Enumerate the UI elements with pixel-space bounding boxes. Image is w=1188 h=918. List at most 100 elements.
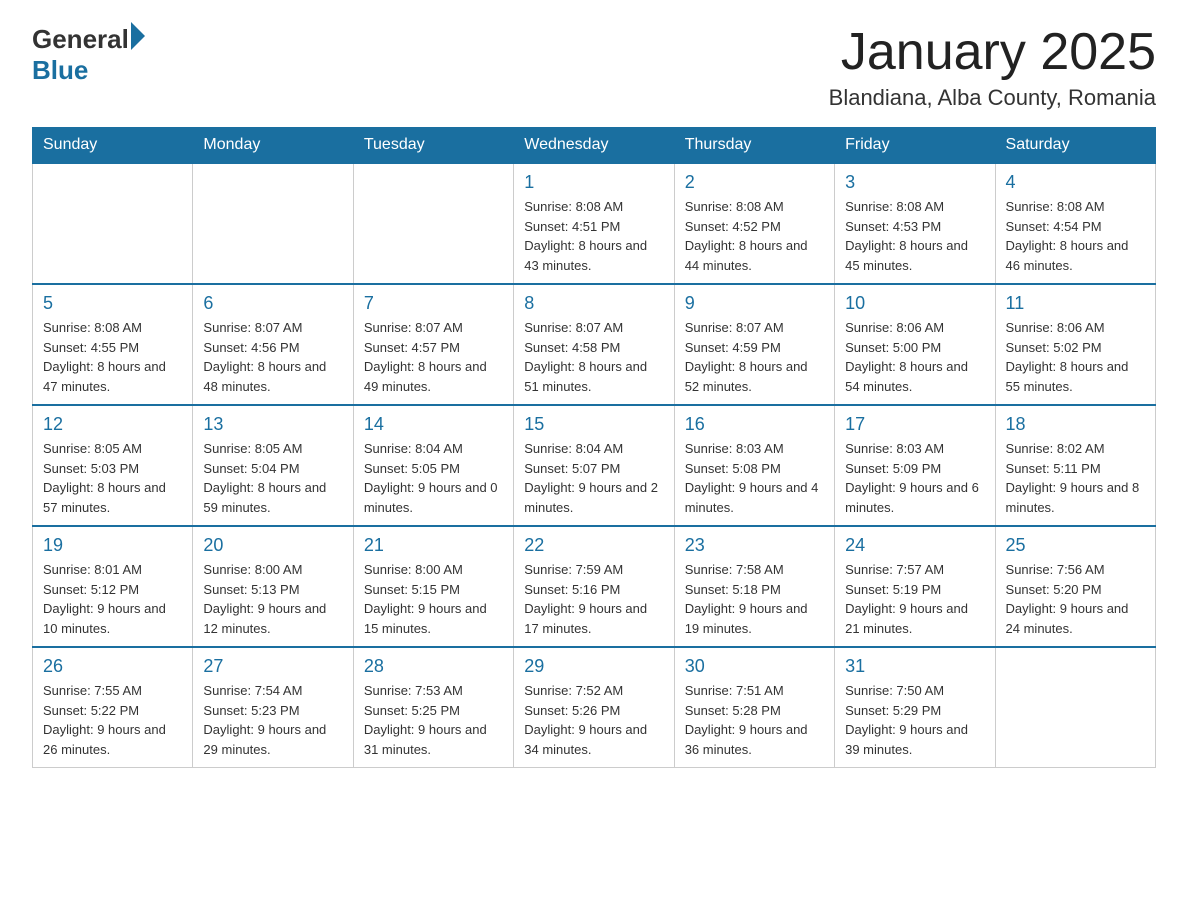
title-block: January 2025 Blandiana, Alba County, Rom… <box>829 24 1156 111</box>
calendar-cell: 24 Sunrise: 7:57 AM Sunset: 5:19 PM Dayli… <box>835 526 995 647</box>
day-number: 17 <box>845 414 984 435</box>
calendar-cell: 19Sunrise: 8:01 AM Sunset: 5:12 PM Dayli… <box>33 526 193 647</box>
day-info: Sunrise: 7:54 AM Sunset: 5:23 PM Dayligh… <box>203 681 342 759</box>
calendar-cell: 16Sunrise: 8:03 AM Sunset: 5:08 PM Dayli… <box>674 405 834 526</box>
day-number: 9 <box>685 293 824 314</box>
day-number: 27 <box>203 656 342 677</box>
day-number: 3 <box>845 172 984 193</box>
calendar-cell: 2 Sunrise: 8:08 AM Sunset: 4:52 PM Daylig… <box>674 163 834 284</box>
day-info: Sunrise: 8:08 AM Sunset: 4:51 PM Dayligh… <box>524 197 663 275</box>
logo-blue-text: Blue <box>32 55 88 85</box>
day-number: 26 <box>43 656 182 677</box>
col-tuesday: Tuesday <box>353 128 513 164</box>
day-number: 30 <box>685 656 824 677</box>
day-info: Sunrise: 8:00 AM Sunset: 5:13 PM Dayligh… <box>203 560 342 638</box>
day-number: 14 <box>364 414 503 435</box>
day-info: Sunrise: 8:00 AM Sunset: 5:15 PM Dayligh… <box>364 560 503 638</box>
calendar-cell: 1 Sunrise: 8:08 AM Sunset: 4:51 PM Daylig… <box>514 163 674 284</box>
day-number: 15 <box>524 414 663 435</box>
calendar-cell: 5Sunrise: 8:08 AM Sunset: 4:55 PM Daylig… <box>33 284 193 405</box>
calendar-cell: 23Sunrise: 7:58 AM Sunset: 5:18 PM Dayli… <box>674 526 834 647</box>
page-header: General Blue January 2025 Blandiana, Alb… <box>32 24 1156 111</box>
day-number: 2 <box>685 172 824 193</box>
day-number: 18 <box>1006 414 1145 435</box>
calendar-cell: 7 Sunrise: 8:07 AM Sunset: 4:57 PM Daylig… <box>353 284 513 405</box>
day-number: 21 <box>364 535 503 556</box>
day-info: Sunrise: 8:07 AM Sunset: 4:57 PM Dayligh… <box>364 318 503 396</box>
day-number: 22 <box>524 535 663 556</box>
day-info: Sunrise: 8:06 AM Sunset: 5:00 PM Dayligh… <box>845 318 984 396</box>
day-number: 10 <box>845 293 984 314</box>
week-row-4: 19Sunrise: 8:01 AM Sunset: 5:12 PM Dayli… <box>33 526 1156 647</box>
day-info: Sunrise: 8:07 AM Sunset: 4:58 PM Dayligh… <box>524 318 663 396</box>
day-info: Sunrise: 7:53 AM Sunset: 5:25 PM Dayligh… <box>364 681 503 759</box>
day-number: 5 <box>43 293 182 314</box>
calendar-cell: 9 Sunrise: 8:07 AM Sunset: 4:59 PM Daylig… <box>674 284 834 405</box>
day-number: 6 <box>203 293 342 314</box>
day-info: Sunrise: 7:52 AM Sunset: 5:26 PM Dayligh… <box>524 681 663 759</box>
calendar-cell: 17 Sunrise: 8:03 AM Sunset: 5:09 PM Dayli… <box>835 405 995 526</box>
col-saturday: Saturday <box>995 128 1155 164</box>
logo-general-text: General <box>32 24 129 55</box>
calendar-cell: 30 Sunrise: 7:51 AM Sunset: 5:28 PM Dayli… <box>674 647 834 768</box>
calendar-cell: 29 Sunrise: 7:52 AM Sunset: 5:26 PM Dayli… <box>514 647 674 768</box>
calendar-cell <box>193 163 353 284</box>
day-number: 1 <box>524 172 663 193</box>
calendar-title: January 2025 <box>829 24 1156 81</box>
calendar-table: Sunday Monday Tuesday Wednesday Thursday… <box>32 127 1156 768</box>
calendar-subtitle: Blandiana, Alba County, Romania <box>829 85 1156 111</box>
day-number: 11 <box>1006 293 1145 314</box>
col-wednesday: Wednesday <box>514 128 674 164</box>
day-info: Sunrise: 8:04 AM Sunset: 5:07 PM Dayligh… <box>524 439 663 517</box>
calendar-cell: 12Sunrise: 8:05 AM Sunset: 5:03 PM Dayli… <box>33 405 193 526</box>
day-info: Sunrise: 8:01 AM Sunset: 5:12 PM Dayligh… <box>43 560 182 638</box>
day-info: Sunrise: 8:05 AM Sunset: 5:03 PM Dayligh… <box>43 439 182 517</box>
calendar-cell: 4 Sunrise: 8:08 AM Sunset: 4:54 PM Daylig… <box>995 163 1155 284</box>
calendar-cell: 25 Sunrise: 7:56 AM Sunset: 5:20 PM Dayli… <box>995 526 1155 647</box>
day-number: 20 <box>203 535 342 556</box>
calendar-cell: 10 Sunrise: 8:06 AM Sunset: 5:00 PM Dayli… <box>835 284 995 405</box>
day-number: 28 <box>364 656 503 677</box>
calendar-cell: 6 Sunrise: 8:07 AM Sunset: 4:56 PM Daylig… <box>193 284 353 405</box>
day-info: Sunrise: 7:59 AM Sunset: 5:16 PM Dayligh… <box>524 560 663 638</box>
day-info: Sunrise: 8:08 AM Sunset: 4:53 PM Dayligh… <box>845 197 984 275</box>
calendar-cell: 22 Sunrise: 7:59 AM Sunset: 5:16 PM Dayli… <box>514 526 674 647</box>
day-info: Sunrise: 8:07 AM Sunset: 4:59 PM Dayligh… <box>685 318 824 396</box>
day-number: 31 <box>845 656 984 677</box>
calendar-cell: 26Sunrise: 7:55 AM Sunset: 5:22 PM Dayli… <box>33 647 193 768</box>
day-info: Sunrise: 8:02 AM Sunset: 5:11 PM Dayligh… <box>1006 439 1145 517</box>
day-number: 25 <box>1006 535 1145 556</box>
day-number: 13 <box>203 414 342 435</box>
col-sunday: Sunday <box>33 128 193 164</box>
col-thursday: Thursday <box>674 128 834 164</box>
day-info: Sunrise: 7:51 AM Sunset: 5:28 PM Dayligh… <box>685 681 824 759</box>
calendar-cell: 15 Sunrise: 8:04 AM Sunset: 5:07 PM Dayli… <box>514 405 674 526</box>
day-info: Sunrise: 7:50 AM Sunset: 5:29 PM Dayligh… <box>845 681 984 759</box>
day-number: 8 <box>524 293 663 314</box>
week-row-5: 26Sunrise: 7:55 AM Sunset: 5:22 PM Dayli… <box>33 647 1156 768</box>
day-number: 7 <box>364 293 503 314</box>
day-info: Sunrise: 8:08 AM Sunset: 4:52 PM Dayligh… <box>685 197 824 275</box>
calendar-cell <box>33 163 193 284</box>
day-number: 29 <box>524 656 663 677</box>
day-info: Sunrise: 7:57 AM Sunset: 5:19 PM Dayligh… <box>845 560 984 638</box>
header-row: Sunday Monday Tuesday Wednesday Thursday… <box>33 128 1156 164</box>
week-row-1: 1 Sunrise: 8:08 AM Sunset: 4:51 PM Daylig… <box>33 163 1156 284</box>
calendar-cell <box>353 163 513 284</box>
calendar-cell: 27 Sunrise: 7:54 AM Sunset: 5:23 PM Dayli… <box>193 647 353 768</box>
logo: General Blue <box>32 24 145 86</box>
calendar-cell: 21 Sunrise: 8:00 AM Sunset: 5:15 PM Dayli… <box>353 526 513 647</box>
day-info: Sunrise: 7:56 AM Sunset: 5:20 PM Dayligh… <box>1006 560 1145 638</box>
day-number: 24 <box>845 535 984 556</box>
calendar-cell: 14Sunrise: 8:04 AM Sunset: 5:05 PM Dayli… <box>353 405 513 526</box>
calendar-cell: 8 Sunrise: 8:07 AM Sunset: 4:58 PM Daylig… <box>514 284 674 405</box>
day-number: 23 <box>685 535 824 556</box>
day-info: Sunrise: 8:06 AM Sunset: 5:02 PM Dayligh… <box>1006 318 1145 396</box>
day-info: Sunrise: 8:08 AM Sunset: 4:54 PM Dayligh… <box>1006 197 1145 275</box>
col-friday: Friday <box>835 128 995 164</box>
day-info: Sunrise: 8:07 AM Sunset: 4:56 PM Dayligh… <box>203 318 342 396</box>
calendar-cell: 28 Sunrise: 7:53 AM Sunset: 5:25 PM Dayli… <box>353 647 513 768</box>
calendar-cell: 11 Sunrise: 8:06 AM Sunset: 5:02 PM Dayli… <box>995 284 1155 405</box>
day-number: 4 <box>1006 172 1145 193</box>
day-info: Sunrise: 8:03 AM Sunset: 5:09 PM Dayligh… <box>845 439 984 517</box>
